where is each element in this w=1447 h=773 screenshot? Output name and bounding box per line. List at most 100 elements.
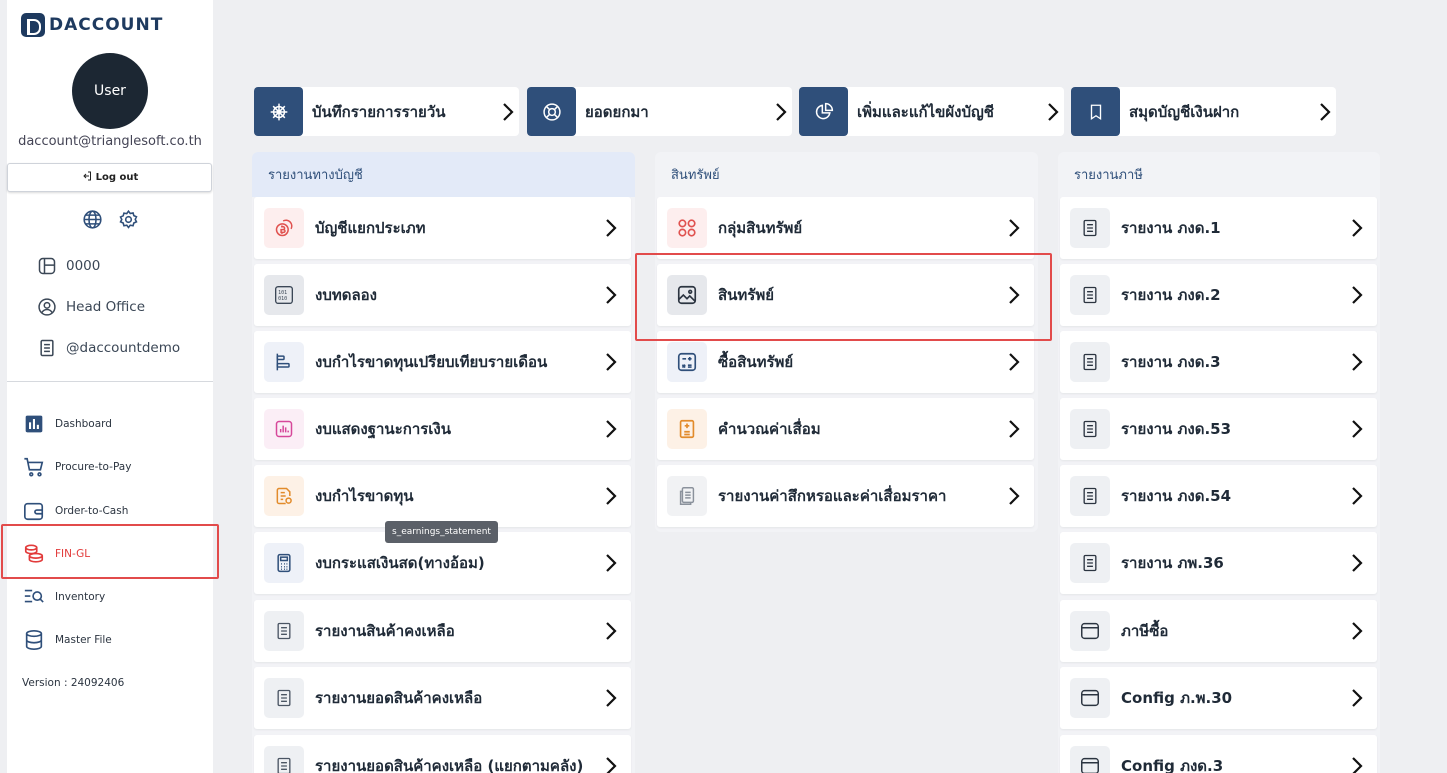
report-general-ledger-label: บัญชีแยกประเภท xyxy=(315,219,426,237)
report-balance-sheet[interactable]: งบแสดงฐานะการเงิน xyxy=(254,398,631,460)
tax-report-pnd54-label: รายงาน ภงด.54 xyxy=(1121,487,1232,505)
calculator-icon xyxy=(264,543,304,583)
tax-reports-title: รายงานภาษี xyxy=(1074,168,1143,183)
report-general-ledger[interactable]: บัญชีแยกประเภท xyxy=(254,197,631,259)
branch-label: Head Office xyxy=(66,299,145,315)
account-handle[interactable]: @daccountdemo xyxy=(37,338,180,358)
purchase-tax[interactable]: ภาษีซื้อ xyxy=(1060,600,1377,662)
chevron-right-icon xyxy=(591,553,631,573)
tax-report-pnd54[interactable]: รายงาน ภงด.54 xyxy=(1060,465,1377,527)
report-inventory-balance-by-warehouse[interactable]: รายงานยอดสินค้าคงเหลือ (แยกตามคลัง) xyxy=(254,735,631,773)
binary-icon: 101 010 xyxy=(264,275,304,315)
quick-journal-entry-label: บันทึกรายการรายวัน xyxy=(312,102,446,121)
company-code[interactable]: 0000 xyxy=(37,256,100,276)
tax-report-pnd53-label: รายงาน ภงด.53 xyxy=(1121,420,1232,438)
sidebar: DACCOUNT User daccount@trianglesoft.co.t… xyxy=(7,0,213,773)
chevron-right-icon xyxy=(994,352,1034,372)
depreciation-report[interactable]: รายงานค่าสึกหรอและค่าเสื่อมราคา xyxy=(657,465,1034,527)
asset-group-label: กลุ่มสินทรัพย์ xyxy=(718,219,803,237)
nav-order-to-cash[interactable]: Order-to-Cash xyxy=(23,500,128,522)
report-inventory-balance-by-warehouse-label: รายงานยอดสินค้าคงเหลือ (แยกตามคลัง) xyxy=(315,757,584,773)
quick-chart-of-accounts-label: เพิ่มและแก้ไขผังบัญชี xyxy=(857,102,994,121)
document-icon xyxy=(1070,208,1110,248)
accounting-reports-title: รายงานทางบัญชี xyxy=(252,152,635,197)
gear-icon[interactable] xyxy=(117,208,139,230)
tax-report-pp36-label: รายงาน ภพ.36 xyxy=(1121,554,1224,572)
config-pnd3[interactable]: Config ภงด.3 xyxy=(1060,735,1377,773)
user-email: daccount@trianglesoft.co.th xyxy=(18,134,202,149)
purchase-tax-label: ภาษีซื้อ xyxy=(1121,622,1169,640)
globe-icon[interactable] xyxy=(81,208,103,230)
pie-chart-icon xyxy=(799,87,848,136)
depreciation-calculation[interactable]: คำนวณค่าเสื่อม xyxy=(657,398,1034,460)
sidebar-divider xyxy=(7,381,213,382)
cart-icon xyxy=(23,456,45,478)
document-icon xyxy=(1070,342,1110,382)
report-inventory-balance[interactable]: รายงานยอดสินค้าคงเหลือ xyxy=(254,667,631,729)
bookmark-icon xyxy=(1071,87,1120,136)
config-pp30[interactable]: Config ภ.พ.30 xyxy=(1060,667,1377,729)
chevron-right-icon xyxy=(1337,553,1377,573)
config-pp30-label: Config ภ.พ.30 xyxy=(1121,689,1233,707)
ship-wheel-icon xyxy=(254,87,303,136)
quick-bank-book[interactable]: สมุดบัญชีเงินฝาก xyxy=(1071,87,1336,136)
version-label: Version : 24092406 xyxy=(22,677,125,689)
quick-chart-of-accounts[interactable]: เพิ่มและแก้ไขผังบัญชี xyxy=(799,87,1064,136)
tax-report-pnd53[interactable]: รายงาน ภงด.53 xyxy=(1060,398,1377,460)
brand-logo[interactable]: DACCOUNT xyxy=(21,13,163,37)
document-icon xyxy=(264,678,304,718)
browser-icon xyxy=(1070,611,1110,651)
calc-square-icon xyxy=(667,342,707,382)
tax-report-pnd3[interactable]: รายงาน ภงด.3 xyxy=(1060,331,1377,393)
chevron-right-icon xyxy=(1337,285,1377,305)
document-icon xyxy=(1070,275,1110,315)
nav-inventory-label: Inventory xyxy=(55,591,106,603)
chevron-right-icon xyxy=(1337,419,1377,439)
chevron-right-icon xyxy=(497,102,519,122)
quick-bank-book-label: สมุดบัญชีเงินฝาก xyxy=(1129,102,1240,121)
report-inventory-balance-label: รายงานยอดสินค้าคงเหลือ xyxy=(315,689,483,707)
nav-procure-to-pay[interactable]: Procure-to-Pay xyxy=(23,456,131,478)
logout-icon xyxy=(81,170,93,185)
tax-report-pp36[interactable]: รายงาน ภพ.36 xyxy=(1060,532,1377,594)
avatar[interactable]: User xyxy=(72,53,148,129)
lifebuoy-icon xyxy=(527,87,576,136)
document-icon xyxy=(1070,543,1110,583)
chevron-right-icon xyxy=(994,218,1034,238)
logout-button[interactable]: Log out xyxy=(7,163,212,192)
database-icon xyxy=(23,629,45,651)
report-balance-sheet-label: งบแสดงฐานะการเงิน xyxy=(315,420,452,438)
chevron-right-icon xyxy=(1337,756,1377,773)
sidebar-tools xyxy=(81,208,139,230)
browser-icon xyxy=(1070,746,1110,773)
report-monthly-pl-comparison[interactable]: งบกำไรขาดทุนเปรียบเทียบรายเดือน xyxy=(254,331,631,393)
chart-box-icon xyxy=(264,409,304,449)
tax-report-pnd1-label: รายงาน ภงด.1 xyxy=(1121,219,1221,237)
chevron-right-icon xyxy=(1314,102,1336,122)
nav-master-file-label: Master File xyxy=(55,634,112,646)
report-profit-and-loss[interactable]: งบกำไรขาดทุน xyxy=(254,465,631,527)
nav-inventory[interactable]: Inventory xyxy=(23,586,105,608)
ledger-icon xyxy=(667,409,707,449)
quick-journal-entry[interactable]: บันทึกรายการรายวัน xyxy=(254,87,519,136)
nav-master-file[interactable]: Master File xyxy=(23,629,112,651)
chevron-right-icon xyxy=(591,352,631,372)
report-inventory-remaining[interactable]: รายงานสินค้าคงเหลือ xyxy=(254,600,631,662)
branch[interactable]: Head Office xyxy=(37,297,145,317)
tax-report-pnd1[interactable]: รายงาน ภงด.1 xyxy=(1060,197,1377,259)
chevron-right-icon xyxy=(1337,352,1377,372)
list-search-icon xyxy=(23,586,45,608)
chevron-right-icon xyxy=(1337,486,1377,506)
asset-group[interactable]: กลุ่มสินทรัพย์ xyxy=(657,197,1034,259)
document-icon xyxy=(1070,409,1110,449)
wallet-icon xyxy=(23,500,45,522)
report-icon xyxy=(264,476,304,516)
quick-opening-balance[interactable]: ยอดยกมา xyxy=(527,87,792,136)
report-inventory-remaining-label: รายงานสินค้าคงเหลือ xyxy=(315,622,455,640)
nav-dashboard[interactable]: Dashboard xyxy=(23,413,112,435)
chevron-right-icon xyxy=(591,756,631,773)
tax-report-pnd2[interactable]: รายงาน ภงด.2 xyxy=(1060,264,1377,326)
tax-report-pnd3-label: รายงาน ภงด.3 xyxy=(1121,353,1221,371)
report-trial-balance[interactable]: 101 010 งบทดลอง xyxy=(254,264,631,326)
assets-column: สินทรัพย์ กลุ่มสินทรัพย์ สินทรัพย์ ซื้อส… xyxy=(655,152,1038,532)
